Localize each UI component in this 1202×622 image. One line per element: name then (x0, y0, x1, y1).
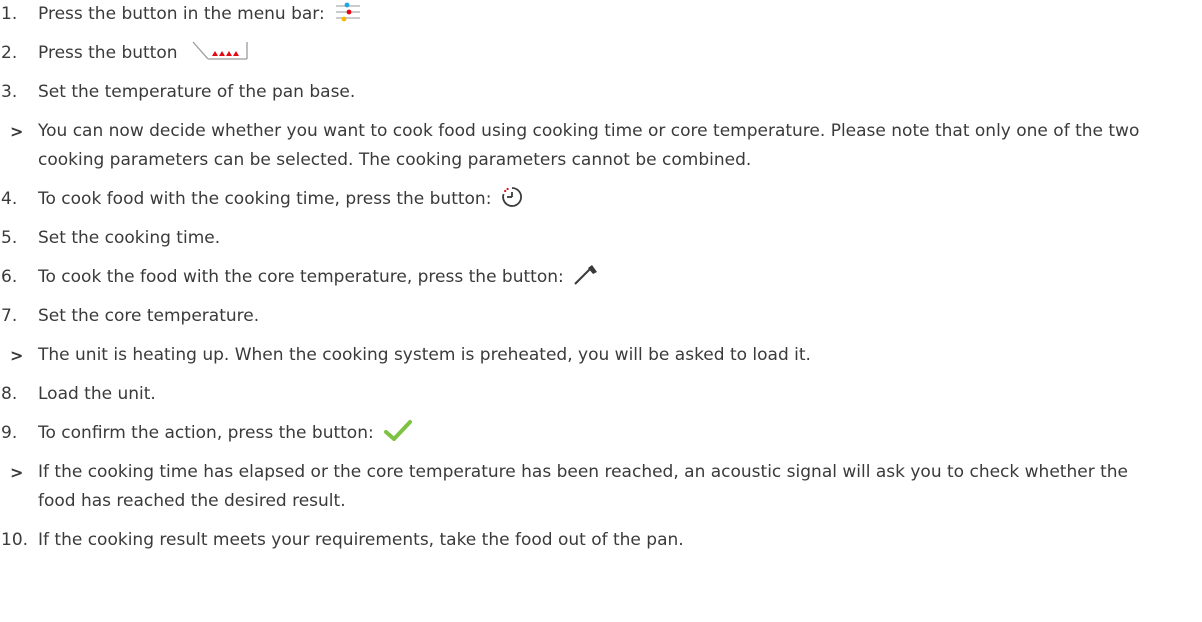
step-9: 9. To confirm the action, press the butt… (0, 419, 1202, 448)
step-number: 4. (1, 189, 18, 209)
result-2: > The unit is heating up. When the cooki… (0, 341, 1202, 370)
step-10: 10. If the cooking result meets your req… (0, 526, 1202, 555)
step-text-wrapper: To cook food with the cooking time, pres… (38, 185, 1202, 214)
step-text: Press the button in the menu bar: (38, 4, 325, 24)
step-text: Load the unit. (38, 384, 156, 404)
step-text: To confirm the action, press the button: (38, 423, 374, 443)
step-3: 3. Set the temperature of the pan base. (0, 78, 1202, 107)
result-text: If the cooking time has elapsed or the c… (38, 462, 1128, 511)
step-text: To cook the food with the core temperatu… (38, 267, 564, 287)
step-text: If the cooking result meets your require… (38, 530, 684, 550)
result-1: > You can now decide whether you want to… (0, 117, 1202, 175)
step-number: 9. (1, 423, 18, 443)
step-text-wrapper: Press the button in the menu bar: (38, 0, 1202, 29)
result-3: > If the cooking time has elapsed or the… (0, 458, 1202, 516)
step-8: 8. Load the unit. (0, 380, 1202, 409)
step-number: 7. (1, 306, 18, 326)
filter-settings-icon (334, 0, 362, 24)
step-text-wrapper: Press the button (38, 39, 1202, 68)
step-5: 5. Set the cooking time. (0, 224, 1202, 253)
step-text: Set the core temperature. (38, 306, 260, 326)
step-text-wrapper: To confirm the action, press the button: (38, 419, 1202, 448)
step-text-wrapper: To cook the food with the core temperatu… (38, 263, 1202, 292)
result-marker: > (10, 346, 24, 365)
step-number: 2. (1, 43, 18, 63)
step-number: 6. (1, 267, 18, 287)
step-text: Press the button (38, 43, 178, 63)
step-4: 4. To cook food with the cooking time, p… (0, 185, 1202, 214)
checkmark-icon (383, 419, 413, 443)
step-number: 3. (1, 82, 18, 102)
result-text: You can now decide whether you want to c… (38, 121, 1140, 170)
step-text: Set the temperature of the pan base. (38, 82, 356, 102)
result-marker: > (10, 122, 24, 141)
result-marker: > (10, 463, 24, 482)
step-number: 8. (1, 384, 18, 404)
result-text: The unit is heating up. When the cooking… (38, 345, 811, 365)
step-number: 1. (1, 4, 18, 24)
step-1: 1. Press the button in the menu bar: (0, 0, 1202, 29)
step-number: 10. (1, 530, 29, 550)
step-6: 6. To cook the food with the core temper… (0, 263, 1202, 292)
timer-icon (501, 186, 523, 208)
pan-heat-icon (191, 39, 249, 63)
instruction-list: 1. Press the button in the menu bar: 2. … (0, 0, 1202, 565)
step-text: Set the cooking time. (38, 228, 221, 248)
step-7: 7. Set the core temperature. (0, 302, 1202, 331)
step-2: 2. Press the button (0, 39, 1202, 68)
step-number: 5. (1, 228, 18, 248)
step-text: To cook food with the cooking time, pres… (38, 189, 492, 209)
core-probe-icon (573, 264, 599, 286)
